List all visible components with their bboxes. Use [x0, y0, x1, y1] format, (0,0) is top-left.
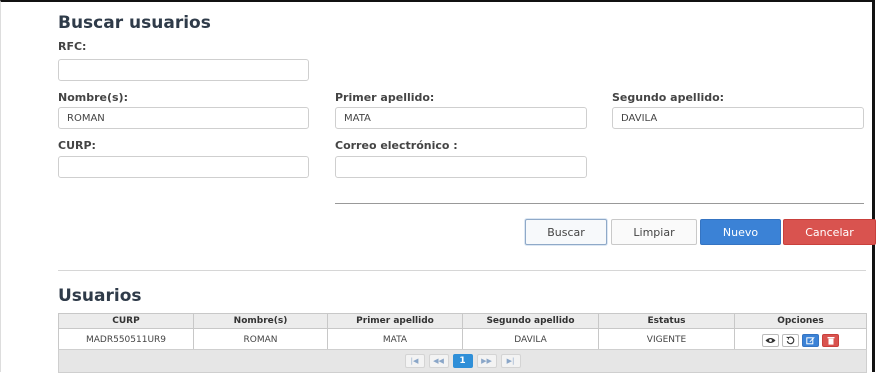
- column-header-opciones: Opciones: [734, 313, 867, 329]
- last-page-button[interactable]: ▶|: [500, 354, 521, 368]
- column-header-estatus[interactable]: Estatus: [598, 313, 735, 329]
- prev-page-button[interactable]: ◀◀: [428, 354, 449, 368]
- curp-label: CURP:: [58, 139, 96, 152]
- pagination: |◀ ◀◀ 1 ▶▶ ▶|: [58, 349, 867, 373]
- buscar-button[interactable]: Buscar: [525, 219, 607, 245]
- nuevo-button[interactable]: Nuevo: [700, 219, 781, 245]
- delete-button[interactable]: [822, 333, 839, 347]
- cancelar-button[interactable]: Cancelar: [783, 219, 876, 245]
- column-header-primer-apellido[interactable]: Primer apellido: [327, 313, 463, 329]
- rfc-label: RFC:: [58, 40, 87, 53]
- column-header-nombre[interactable]: Nombre(s): [193, 313, 328, 329]
- curp-input[interactable]: [58, 156, 309, 178]
- eye-icon: [765, 337, 776, 343]
- primer-apellido-input[interactable]: [335, 107, 587, 129]
- column-header-segundo-apellido[interactable]: Segundo apellido: [462, 313, 599, 329]
- segundo-apellido-input[interactable]: [612, 107, 864, 129]
- history-icon: [786, 335, 795, 344]
- table-header-row: CURP Nombre(s) Primer apellido Segundo a…: [58, 313, 867, 329]
- edit-button[interactable]: [802, 333, 819, 347]
- page-1-button[interactable]: 1: [452, 354, 473, 368]
- nombre-input[interactable]: [58, 107, 309, 129]
- view-button[interactable]: [762, 333, 779, 347]
- search-title: Buscar usuarios: [58, 13, 211, 33]
- section-divider: [58, 270, 866, 271]
- limpiar-button[interactable]: Limpiar: [611, 219, 697, 245]
- segundo-apellido-label: Segundo apellido:: [612, 91, 725, 104]
- history-button[interactable]: [782, 333, 799, 347]
- divider: [335, 203, 864, 204]
- rfc-input[interactable]: [58, 59, 309, 81]
- nombre-label: Nombre(s):: [58, 91, 128, 104]
- first-page-button[interactable]: |◀: [404, 354, 425, 368]
- column-header-curp[interactable]: CURP: [58, 313, 194, 329]
- next-page-button[interactable]: ▶▶: [476, 354, 497, 368]
- users-table: CURP Nombre(s) Primer apellido Segundo a…: [58, 313, 867, 352]
- results-title: Usuarios: [58, 286, 142, 306]
- correo-label: Correo electrónico :: [335, 139, 458, 152]
- edit-icon: [806, 336, 815, 344]
- delete-icon: [827, 336, 834, 345]
- primer-apellido-label: Primer apellido:: [335, 91, 435, 104]
- correo-input[interactable]: [335, 156, 587, 178]
